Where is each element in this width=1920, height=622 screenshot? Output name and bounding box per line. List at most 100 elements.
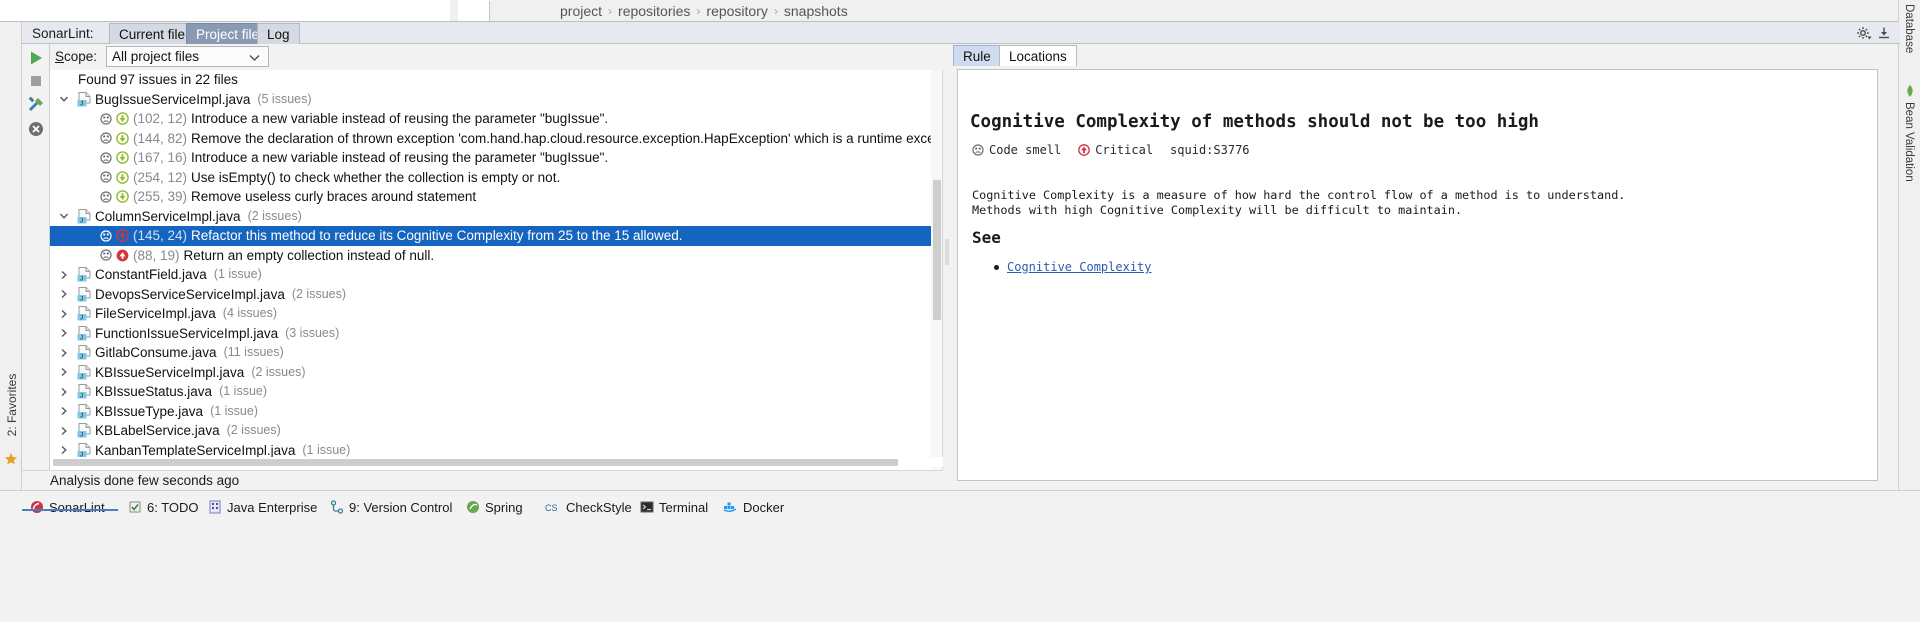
tree-file-row[interactable]: J ColumnServiceImpl.java (2 issues) [50,207,942,227]
star-icon[interactable] [4,452,18,466]
bottom-bar-item-6-todo[interactable]: 6: TODO [128,497,199,517]
tree-file-name: BugIssueServiceImpl.java [95,91,251,107]
breadcrumb-item-project[interactable]: project [560,3,602,19]
tree-file-name: KBIssueStatus.java [95,384,213,399]
bean-validation-tool-button[interactable]: Bean Validation [1903,102,1915,182]
tree-issue-row[interactable]: (144, 82) Remove the declaration of throw… [50,129,942,149]
java-file-icon: J [75,403,93,419]
tree-file-row[interactable]: J BugIssueServiceImpl.java (5 issues) [50,90,942,110]
tree-twisty-collapsed[interactable] [59,387,75,397]
tree-issue-row[interactable]: (255, 39) Remove useless curly braces aro… [50,187,942,207]
bottom-bar-item-sonarlint[interactable]: SonarLint [30,497,105,517]
tab-rule[interactable]: Rule [953,45,1001,66]
bottom-bar-item-label: Docker [743,499,785,515]
code-smell-icon [98,249,114,261]
severity-blocker-icon [114,249,131,262]
rule-see-link-cognitive-complexity[interactable]: Cognitive Complexity [1007,260,1152,274]
editor-tab-area [0,0,450,22]
tree-issue-position: (144, 82) [133,130,188,146]
tree-file-row[interactable]: J KBLabelService.java (2 issues) [50,421,942,441]
tree-horizontal-scrollbar-thumb[interactable] [53,459,898,466]
tab-locations[interactable]: Locations [999,45,1077,66]
tree-file-row[interactable]: J ConstantField.java (1 issue) [50,265,942,285]
tree-vertical-scrollbar[interactable] [931,70,942,470]
panel-splitter[interactable] [943,44,951,490]
bottom-bar-item-label: CheckStyle [566,499,632,515]
tree-file-row[interactable]: J KBIssueType.java (1 issue) [50,402,942,422]
bottom-bar-item-9-version-control[interactable]: 9: Version Control [330,497,452,517]
cancel-icon[interactable] [27,120,45,138]
tree-twisty-collapsed[interactable] [59,309,75,319]
tab-current-file[interactable]: Current file [109,23,196,44]
svg-text:J: J [80,316,83,322]
tree-file-row[interactable]: J FunctionIssueServiceImpl.java (3 issues) [50,324,942,344]
breadcrumb-item-repositories[interactable]: repositories [618,3,690,19]
tree-file-row[interactable]: J KBIssueStatus.java (1 issue) [50,382,942,402]
tree-horizontal-scrollbar[interactable] [50,457,943,467]
tree-issue-row[interactable]: (254, 12) Use isEmpty() to check whether … [50,168,942,188]
run-icon[interactable] [27,49,45,67]
docker-icon [722,500,738,514]
bottom-bar-item-checkstyle[interactable]: CS CheckStyle [545,497,632,517]
svg-text:CS: CS [545,503,558,513]
scope-label: Scope: [55,49,97,64]
tree-twisty-collapsed[interactable] [59,270,75,280]
tree-file-name: FileServiceImpl.java [95,306,216,321]
tree-twisty-collapsed[interactable] [59,328,75,338]
tree-twisty-collapsed[interactable] [59,426,75,436]
rule-title: Cognitive Complexity of methods should n… [970,112,1539,132]
favorites-tool-button[interactable]: 2: Favorites [1,369,23,441]
editor-tab-area-secondary [458,0,490,22]
tree-vertical-scrollbar-thumb[interactable] [933,180,941,320]
bottom-bar-item-terminal[interactable]: Terminal [640,497,708,517]
checkstyle-icon: CS [545,500,561,514]
tree-issue-row[interactable]: (167, 16) Introduce a new variable instea… [50,148,942,168]
tree-issue-position: (88, 19) [133,247,180,263]
tree-issue-position: (255, 39) [133,189,188,204]
java-file-icon: J [75,423,93,438]
sonarlint-tab-row: SonarLint: Current file Project files Lo… [22,22,1900,44]
settings-tools-icon[interactable] [27,96,45,114]
tree-twisty-collapsed[interactable] [59,406,75,416]
tree-file-row[interactable]: J KBIssueServiceImpl.java (2 issues) [50,363,942,383]
svg-text:J: J [80,218,83,224]
breadcrumb-item-snapshots[interactable]: snapshots [784,3,848,19]
panel-splitter-grip[interactable] [945,239,949,265]
tree-file-row[interactable]: J FileServiceImpl.java (4 issues) [50,304,942,324]
tree-issue-message: Return an empty collection instead of nu… [183,247,435,263]
tree-twisty-expanded[interactable] [59,211,75,221]
svg-text:J: J [80,335,83,341]
rule-description-line-1: Cognitive Complexity is a measure of how… [972,188,1626,202]
tree-file-name: KBLabelService.java [95,423,220,438]
breadcrumb-item-repository[interactable]: repository [706,3,767,19]
tree-twisty-collapsed[interactable] [59,289,75,299]
tree-twisty-collapsed[interactable] [59,367,75,377]
tree-twisty-expanded[interactable] [59,94,75,104]
tree-file-issue-count: (2 issues) [247,208,302,223]
analysis-status-text: Analysis done few seconds ago [50,473,240,488]
tree-file-row[interactable]: J GitlabConsume.java (11 issues) [50,343,942,363]
tree-issue-message: Remove useless curly braces around state… [191,189,477,204]
bottom-bar-item-docker[interactable]: Docker [722,497,784,517]
bottom-bar-item-spring[interactable]: Spring [466,497,523,517]
tree-file-row[interactable]: J DevopsServiceServiceImpl.java (2 issues) [50,285,942,305]
scope-dropdown[interactable]: All project files [106,46,269,67]
code-smell-icon [98,171,114,183]
tree-twisty-collapsed[interactable] [59,445,75,455]
tree-issue-row[interactable]: (145, 24) Refactor this method to reduce … [50,226,942,246]
code-smell-icon [98,132,114,144]
tree-twisty-collapsed[interactable] [59,348,75,358]
rule-vertical-scrollbar[interactable] [1866,71,1876,480]
database-tool-button[interactable]: Database [1903,4,1915,53]
sonarlint-icon [30,500,44,514]
bottom-bar-item-java-enterprise[interactable]: Java Enterprise [208,497,317,517]
stop-icon[interactable] [27,72,45,90]
gear-icon[interactable] [1856,25,1872,41]
tree-issue-position: (145, 24) [133,228,188,243]
tab-log[interactable]: Log [257,23,300,44]
collapse-icon[interactable] [1876,25,1892,41]
tree-issue-row[interactable]: (102, 12) Introduce a new variable instea… [50,109,942,129]
tree-issue-row[interactable]: (88, 19) Return an empty collection inste… [50,246,942,266]
tree-file-name: DevopsServiceServiceImpl.java [95,286,285,302]
issues-tree[interactable]: Found 97 issues in 22 files J BugIssueServ… [50,70,943,470]
